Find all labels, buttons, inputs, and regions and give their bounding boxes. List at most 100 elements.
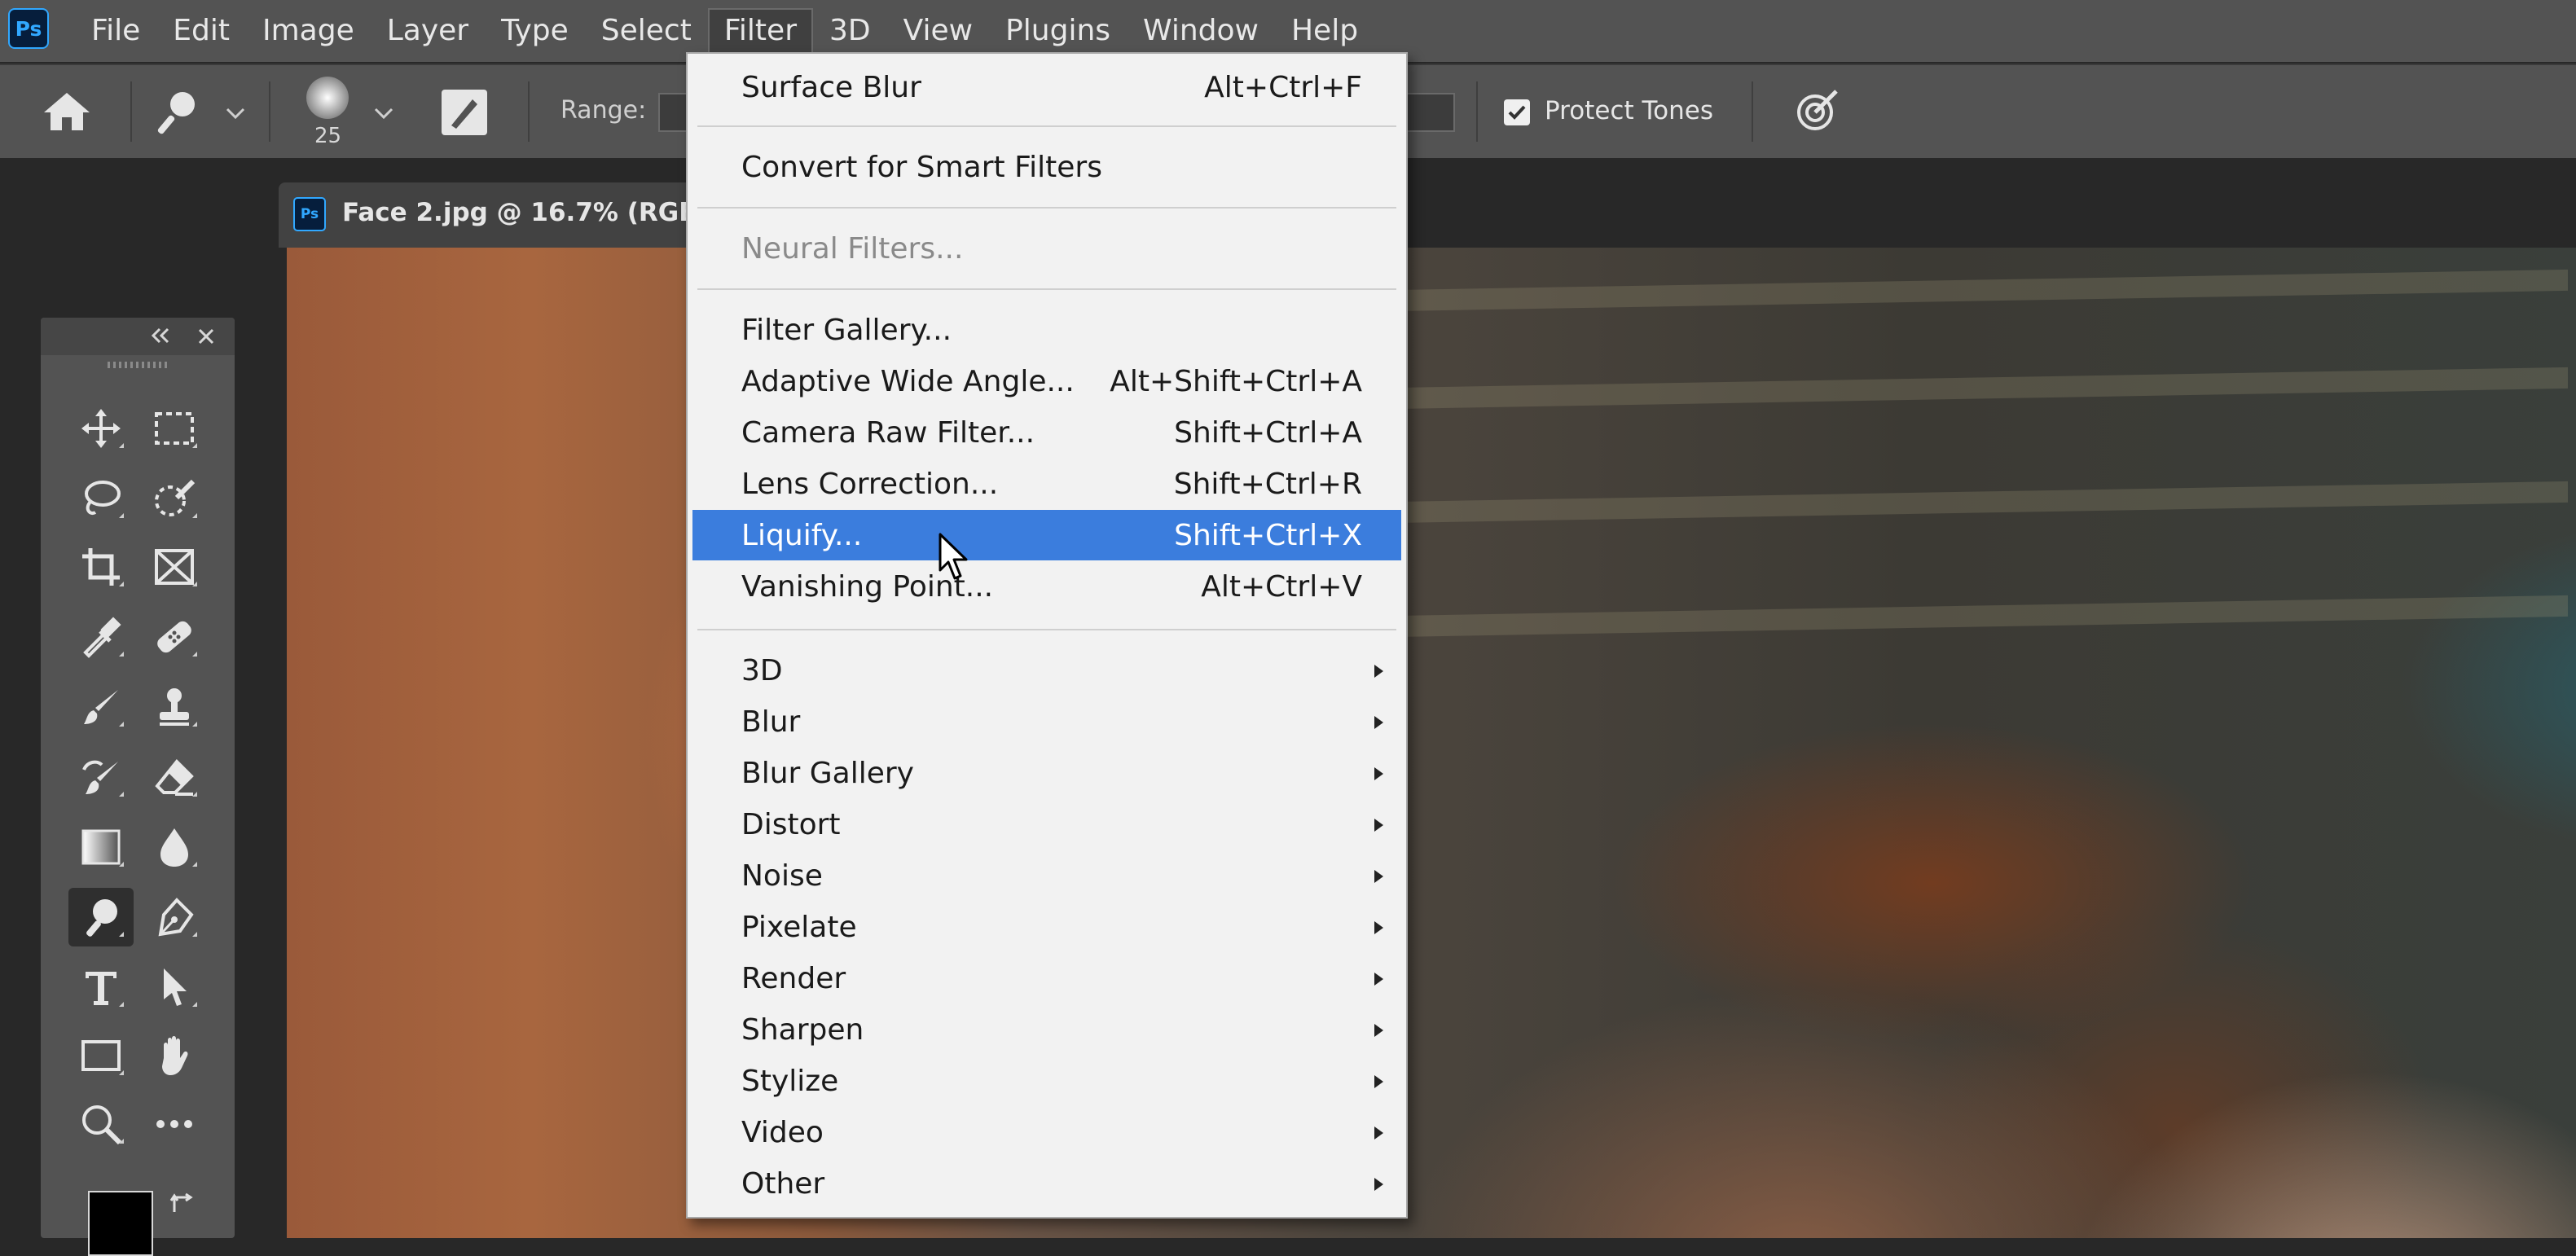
submenu-arrow-icon [1374,870,1383,883]
move-tool[interactable] [68,399,134,458]
menu-layer[interactable]: Layer [371,8,485,54]
submenu-stylize[interactable]: Stylize [692,1056,1401,1106]
menu-edit[interactable]: Edit [156,8,246,54]
brush-settings-icon[interactable] [440,88,489,137]
menu-3d[interactable]: 3D [813,8,887,54]
tools-panel-header[interactable] [41,318,235,355]
quick-selection-tool[interactable] [142,469,207,528]
hand-icon [152,1034,196,1078]
menu-option-convert-smart-filters[interactable]: Convert for Smart Filters [692,142,1401,192]
lasso-tool[interactable] [68,469,134,528]
arrow-pointer-icon [152,965,196,1009]
menu-option-vanishing-point[interactable]: Vanishing Point... Alt+Ctrl+V [692,561,1401,612]
blur-tool[interactable] [142,818,207,876]
foreground-color-swatch[interactable] [88,1191,153,1256]
menu-option-adaptive-wide-angle[interactable]: Adaptive Wide Angle... Alt+Shift+Ctrl+A [692,356,1401,406]
edit-toolbar-button[interactable] [142,1095,207,1153]
submenu-arrow-icon [1374,1178,1383,1191]
menu-plugins[interactable]: Plugins [989,8,1127,54]
range-label: Range: [560,96,647,125]
submenu-arrow-icon [1374,921,1383,934]
menu-option-label: 3D [741,654,783,687]
submenu-noise[interactable]: Noise [692,850,1401,901]
filter-dropdown-menu: Surface Blur Alt+Ctrl+F Convert for Smar… [686,52,1408,1219]
move-icon [79,406,123,450]
frame-tool[interactable] [142,538,207,596]
home-icon[interactable] [41,90,93,134]
healing-brush-tool[interactable] [142,608,207,666]
submenu-3d[interactable]: 3D [692,645,1401,696]
submenu-pixelate[interactable]: Pixelate [692,902,1401,952]
psd-file-icon: Ps [293,197,326,231]
tool-preset-chevron-down-icon[interactable] [225,106,246,121]
rectangle-tool[interactable] [68,1026,134,1085]
dodge-tool-preset-icon[interactable] [155,86,204,135]
menu-option-camera-raw-filter[interactable]: Camera Raw Filter... Shift+Ctrl+A [692,407,1401,458]
menu-option-shortcut: Alt+Ctrl+V [1201,570,1362,604]
menu-option-label: Lens Correction... [741,468,999,501]
gradient-icon [79,825,123,869]
menu-option-label: Liquify... [741,519,863,552]
history-brush-tool[interactable] [68,748,134,806]
rectangle-marquee-icon [152,406,196,450]
brush-preview-icon[interactable] [303,73,352,122]
submenu-arrow-icon [1374,819,1383,832]
panel-grip[interactable] [108,362,168,368]
menu-separator [697,125,1396,127]
menu-image[interactable]: Image [246,8,371,54]
submenu-distort[interactable]: Distort [692,799,1401,850]
menu-file[interactable]: File [75,8,156,54]
history-brush-icon [79,755,123,799]
photoshop-logo-icon[interactable]: Ps [8,8,49,49]
submenu-sharpen[interactable]: Sharpen [692,1004,1401,1055]
submenu-blur[interactable]: Blur [692,696,1401,747]
menu-view[interactable]: View [887,8,989,54]
menu-help[interactable]: Help [1275,8,1374,54]
submenu-video[interactable]: Video [692,1107,1401,1157]
menu-option-label: Sharpen [741,1013,864,1047]
menu-option-shortcut: Alt+Ctrl+F [1204,71,1362,104]
document-tab[interactable]: Ps Face 2.jpg @ 16.7% (RGB [279,182,735,248]
more-dots-icon [152,1102,196,1146]
menu-window[interactable]: Window [1127,8,1275,54]
submenu-arrow-icon [1374,1126,1383,1140]
clone-stamp-tool[interactable] [142,678,207,736]
close-icon[interactable] [196,326,217,347]
menu-option-filter-gallery[interactable]: Filter Gallery... [692,305,1401,355]
zoom-tool[interactable] [68,1095,134,1153]
menu-filter[interactable]: Filter [707,8,813,54]
brush-tool[interactable] [68,678,134,736]
submenu-render[interactable]: Render [692,953,1401,1003]
pressure-size-icon[interactable] [1791,85,1843,137]
double-chevron-left-icon[interactable] [148,324,173,347]
crop-icon [79,545,123,589]
pen-tool[interactable] [142,888,207,946]
protect-tones-label: Protect Tones [1545,96,1713,125]
canvas-photo-detail [1346,595,2568,639]
protect-tones-checkbox[interactable] [1504,99,1530,125]
eraser-tool[interactable] [142,748,207,806]
menu-option-surface-blur[interactable]: Surface Blur Alt+Ctrl+F [692,62,1401,112]
submenu-other[interactable]: Other [692,1158,1401,1209]
menu-type[interactable]: Type [485,8,585,54]
rectangle-icon [79,1034,123,1078]
menu-option-label: Adaptive Wide Angle... [741,365,1075,398]
eyedropper-tool[interactable] [68,608,134,666]
menu-option-lens-correction[interactable]: Lens Correction... Shift+Ctrl+R [692,459,1401,509]
marquee-tool[interactable] [142,399,207,458]
brush-chevron-down-icon[interactable] [373,106,394,121]
menu-option-label: Video [741,1116,824,1149]
submenu-blur-gallery[interactable]: Blur Gallery [692,748,1401,798]
menu-option-liquify[interactable]: Liquify... Shift+Ctrl+X [692,510,1401,560]
swap-colors-icon[interactable] [168,1189,197,1219]
canvas-photo-detail [1346,481,2568,525]
gradient-tool[interactable] [68,818,134,876]
path-selection-tool[interactable] [142,958,207,1017]
type-tool[interactable] [68,958,134,1017]
crop-tool[interactable] [68,538,134,596]
hand-tool[interactable] [142,1026,207,1085]
menu-option-label: Neural Filters... [741,232,964,266]
document-canvas[interactable] [287,248,2576,1238]
dodge-burn-tool[interactable] [68,888,134,946]
menu-select[interactable]: Select [585,8,708,54]
